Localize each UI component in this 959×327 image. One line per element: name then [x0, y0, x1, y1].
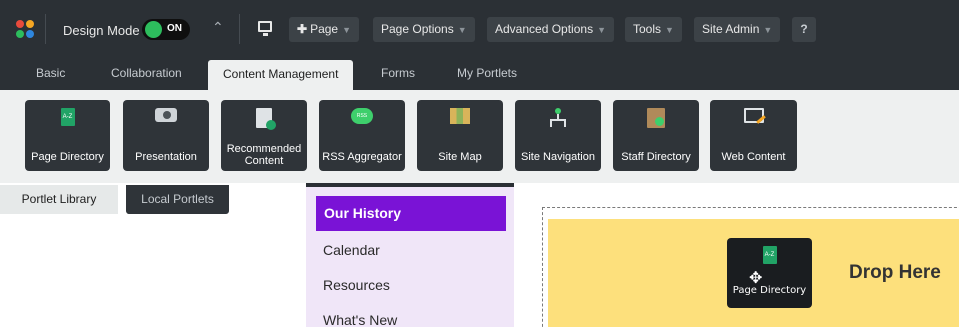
tools-label: Tools — [633, 22, 662, 36]
portlet-staff-directory[interactable]: Staff Directory — [613, 100, 699, 171]
tab-portlet-library[interactable]: Portlet Library — [0, 185, 118, 214]
tab-bar: Basic Collaboration Content Management F… — [0, 58, 959, 92]
nav-item-whats-new[interactable]: What's New — [323, 312, 397, 327]
site-admin-label: Site Admin — [702, 22, 760, 36]
toolbar-divider — [239, 14, 240, 44]
tab-my-portlets[interactable]: My Portlets — [457, 66, 517, 80]
plus-icon: ✚ — [297, 22, 308, 36]
portlet-label: Site Navigation — [521, 151, 595, 163]
page-directory-icon: A-Z — [762, 246, 777, 264]
help-button[interactable]: ? — [792, 17, 816, 42]
portlet-recommended-content[interactable]: Recommended Content — [221, 100, 307, 171]
portlet-label: Recommended Content — [226, 143, 302, 167]
advanced-options-button[interactable]: Advanced Options ▼ — [487, 17, 614, 42]
portlet-site-map[interactable]: Site Map — [417, 100, 503, 171]
portlet-label: RSS Aggregator — [322, 151, 402, 163]
add-page-label: Page — [310, 22, 339, 36]
rss-bubble-icon: RSS — [351, 108, 373, 124]
portlet-label: Site Map — [438, 151, 482, 163]
caret-down-icon: ▼ — [763, 25, 773, 35]
dragged-portlet-page-directory[interactable]: A-Z Page Directory — [727, 238, 812, 308]
tab-collaboration[interactable]: Collaboration — [111, 66, 182, 80]
staff-book-icon — [647, 108, 665, 128]
toolbar-divider — [45, 14, 46, 44]
caret-down-icon: ▼ — [342, 25, 352, 35]
portlet-site-navigation[interactable]: Site Navigation — [515, 100, 601, 171]
caret-down-icon: ▼ — [597, 25, 606, 35]
projector-icon — [155, 108, 177, 122]
help-icon: ? — [800, 22, 808, 36]
map-icon — [450, 108, 470, 124]
caret-down-icon: ▼ — [665, 25, 674, 35]
monitor-edit-icon — [743, 108, 766, 124]
page-options-label: Page Options — [381, 22, 454, 36]
tab-local-portlets[interactable]: Local Portlets — [126, 185, 229, 214]
recommended-doc-icon — [256, 108, 276, 130]
portlet-page-directory[interactable]: A-Z Page Directory — [25, 100, 110, 171]
portlet-label: Presentation — [135, 151, 197, 163]
monitor-icon[interactable] — [258, 21, 272, 36]
portlet-label: Staff Directory — [621, 151, 691, 163]
add-page-button[interactable]: ✚ Page ▼ — [289, 17, 360, 42]
toggle-state-label: ON — [167, 23, 182, 34]
tools-button[interactable]: Tools ▼ — [625, 17, 682, 42]
logo-icon[interactable] — [16, 20, 34, 38]
nav-item-resources[interactable]: Resources — [323, 277, 390, 293]
caret-down-icon: ▼ — [457, 25, 467, 35]
move-cursor-icon: ✥ — [749, 270, 763, 287]
dragged-portlet-label: Page Directory — [732, 285, 807, 296]
drop-here-label: Drop Here — [849, 262, 941, 283]
portlet-palette: A-Z Page Directory Presentation Recommen… — [0, 90, 959, 183]
double-chevron-up-icon[interactable]: ⌃ — [212, 19, 224, 36]
page-nav: Our History Calendar Resources What's Ne… — [306, 187, 514, 327]
toggle-knob — [145, 21, 162, 38]
advanced-options-label: Advanced Options — [495, 22, 594, 36]
nav-item-calendar[interactable]: Calendar — [323, 242, 380, 258]
design-mode-label: Design Mode — [63, 23, 140, 38]
portlet-web-content[interactable]: Web Content — [710, 100, 797, 171]
design-mode-toggle[interactable]: ON — [142, 19, 190, 40]
portlet-label: Web Content — [721, 151, 786, 163]
sitemap-tree-icon — [548, 108, 568, 128]
portlet-label: Page Directory — [31, 151, 104, 163]
site-admin-button[interactable]: Site Admin ▼ — [694, 17, 781, 42]
page-options-button[interactable]: Page Options ▼ — [373, 17, 475, 42]
tab-basic[interactable]: Basic — [36, 66, 65, 80]
top-toolbar: Design Mode ON ⌃ ✚ Page ▼ Page Options ▼ Ad… — [0, 0, 959, 58]
tab-forms[interactable]: Forms — [381, 66, 415, 80]
page-directory-icon: A-Z — [60, 108, 75, 126]
tab-content-management[interactable]: Content Management — [208, 60, 354, 92]
portlet-presentation[interactable]: Presentation — [123, 100, 209, 171]
nav-item-our-history[interactable]: Our History — [316, 196, 506, 231]
portlet-rss-aggregator[interactable]: RSS RSS Aggregator — [319, 100, 405, 171]
